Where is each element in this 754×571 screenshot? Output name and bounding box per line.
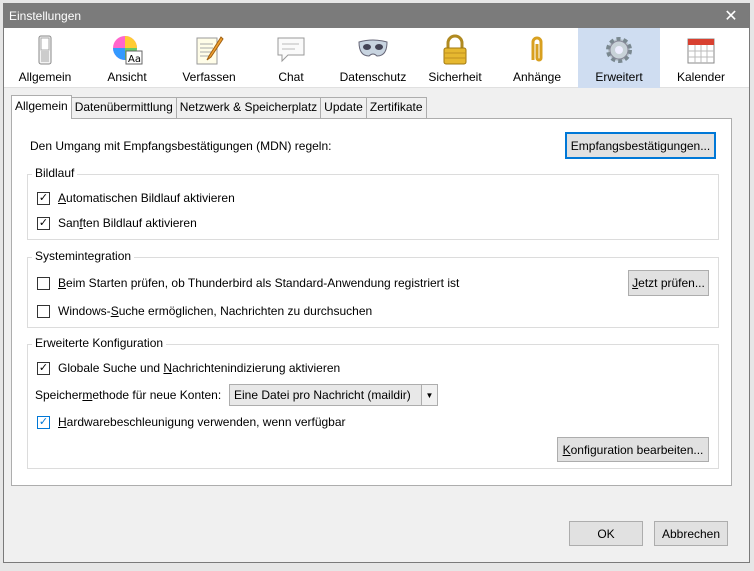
toolbar-item-verfassen[interactable]: Verfassen (168, 28, 250, 88)
toolbar-label: Ansicht (107, 70, 147, 84)
tab-zertifikate[interactable]: Zertifikate (365, 97, 427, 119)
receipts-button-label: Empfangsbestätigungen... (570, 138, 711, 153)
speech-bubble-icon (277, 37, 305, 63)
toolbar-item-chat[interactable]: Chat (250, 28, 332, 88)
toolbar-label: Kalender (676, 70, 726, 84)
ok-button[interactable]: OK (569, 521, 643, 546)
close-icon[interactable]: ✕ (713, 4, 749, 28)
smooth-scroll-label: Sanften Bildlauf aktivieren (58, 216, 197, 230)
receipts-button[interactable]: Empfangsbestätigungen... (565, 132, 716, 159)
mask-icon (358, 39, 388, 57)
category-toolbar: Allgemein Aa Ansicht Verfassen Chat Date… (4, 28, 749, 88)
toolbar-item-kalender[interactable]: Kalender (660, 28, 742, 88)
tab-allgemein[interactable]: Allgemein (11, 95, 72, 119)
default-check-row[interactable]: Beim Starten prüfen, ob Thunderbird als … (37, 276, 459, 290)
default-check-checkbox[interactable] (37, 276, 50, 290)
check-now-label: Jetzt prüfen... (632, 276, 705, 290)
advanced-legend: Erweiterte Konfiguration (32, 336, 167, 350)
switch-icon (38, 35, 52, 65)
smooth-scroll-checkbox[interactable]: ✓ (37, 216, 50, 230)
subtabs: Allgemein Datenübermittlung Netzwerk & S… (11, 95, 427, 119)
windows-search-label: Windows-Suche ermöglichen, Nachrichten z… (58, 304, 373, 318)
tab-netzwerk[interactable]: Netzwerk & Speicherplatz (175, 97, 322, 119)
toolbar-label: Anhänge (512, 70, 562, 84)
toolbar-item-datenschutz[interactable]: Datenschutz (332, 28, 414, 88)
config-editor-button[interactable]: Konfiguration bearbeiten... (557, 437, 709, 462)
cancel-label: Abbrechen (661, 526, 721, 541)
smooth-scroll-row[interactable]: ✓ Sanften Bildlauf aktivieren (37, 216, 197, 230)
gear-icon (606, 37, 632, 63)
color-wheel-icon: Aa (113, 36, 143, 65)
padlock-icon (443, 34, 467, 65)
toolbar-item-ansicht[interactable]: Aa Ansicht (86, 28, 168, 88)
check-now-button[interactable]: Jetzt prüfen... (628, 270, 709, 296)
toolbar-label: Allgemein (18, 70, 72, 84)
hw-accel-label: Hardwarebeschleunigung verwenden, wenn v… (58, 415, 346, 429)
global-search-label: Globale Suche und Nachrichtenindizierung… (58, 361, 341, 375)
toolbar-item-sicherheit[interactable]: Sicherheit (414, 28, 496, 88)
default-check-label: Beim Starten prüfen, ob Thunderbird als … (58, 276, 460, 290)
storage-method-select[interactable]: Eine Datei pro Nachricht (maildir) ▼ (229, 384, 438, 406)
scrolling-legend: Bildlauf (32, 166, 78, 180)
paperclip-icon (531, 36, 543, 62)
ok-label: OK (597, 526, 615, 541)
storage-method-value: Eine Datei pro Nachricht (maildir) (234, 388, 411, 402)
notepad-pencil-icon (196, 36, 224, 65)
toolbar-item-erweitert[interactable]: Erweitert (578, 28, 660, 88)
title-bar: Einstellungen ✕ (4, 4, 749, 28)
auto-scroll-checkbox[interactable]: ✓ (37, 191, 50, 205)
system-legend: Systemintegration (32, 249, 135, 263)
toolbar-label: Sicherheit (428, 70, 482, 84)
toolbar-label: Chat (278, 70, 304, 84)
cancel-button[interactable]: Abbrechen (654, 521, 728, 546)
chevron-down-icon[interactable]: ▼ (421, 385, 437, 405)
calendar-icon (687, 38, 715, 64)
global-search-row[interactable]: ✓ Globale Suche und Nachrichtenindizieru… (37, 361, 340, 375)
mdn-label: Den Umgang mit Empfangsbestätigungen (MD… (30, 139, 332, 153)
toolbar-item-allgemein[interactable]: Allgemein (4, 28, 86, 88)
toolbar-label: Verfassen (182, 70, 236, 84)
hw-accel-checkbox[interactable]: ✓ (37, 415, 50, 429)
hw-accel-row[interactable]: ✓ Hardwarebeschleunigung verwenden, wenn… (37, 415, 346, 429)
scrolling-group (27, 174, 719, 240)
svg-text:Aa: Aa (128, 54, 141, 65)
config-editor-label: Konfiguration bearbeiten... (562, 442, 704, 457)
windows-search-row[interactable]: Windows-Suche ermöglichen, Nachrichten z… (37, 304, 372, 318)
windows-search-checkbox[interactable] (37, 304, 50, 318)
window-title: Einstellungen (9, 9, 82, 23)
tab-panel: Den Umgang mit Empfangsbestätigungen (MD… (11, 118, 732, 486)
toolbar-item-anhaenge[interactable]: Anhänge (496, 28, 578, 88)
toolbar-label: Datenschutz (339, 70, 407, 84)
auto-scroll-label: Automatischen Bildlauf aktivieren (58, 191, 235, 205)
storage-label: Speicher m ethode für neue Konten: (35, 388, 222, 402)
global-search-checkbox[interactable]: ✓ (37, 361, 50, 375)
auto-scroll-row[interactable]: ✓ Automatischen Bildlauf aktivieren (37, 191, 235, 205)
tab-datenuebermittlung[interactable]: Datenübermittlung (70, 97, 177, 119)
toolbar-label: Erweitert (595, 70, 643, 84)
tab-update[interactable]: Update (320, 97, 367, 119)
